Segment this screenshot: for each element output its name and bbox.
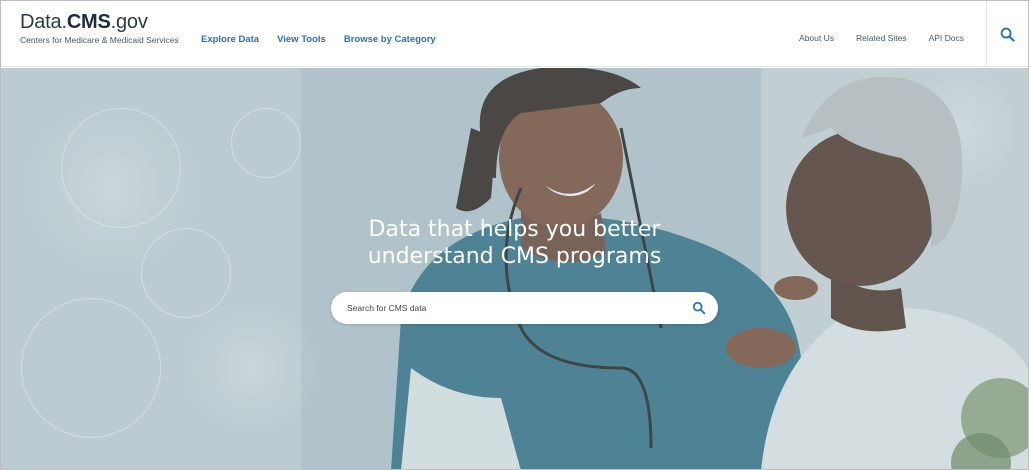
search-icon <box>1000 27 1015 42</box>
logo-prefix: Data. <box>20 11 67 33</box>
hero-search-input[interactable] <box>347 303 677 313</box>
browser-viewport: Data.CMS.gov Centers for Medicare & Medi… <box>0 0 1029 470</box>
logo-subtitle: Centers for Medicare & Medicaid Services <box>20 35 179 45</box>
hero-search-bar <box>331 292 718 324</box>
nav-about-us[interactable]: About Us <box>799 33 834 43</box>
nav-api-docs[interactable]: API Docs <box>929 33 964 43</box>
nav-browse-by-category[interactable]: Browse by Category <box>344 34 436 45</box>
bokeh-decoration <box>21 298 161 438</box>
logo-wordmark: Data.CMS.gov <box>20 11 179 33</box>
hero-heading-line2: understand CMS programs <box>367 244 662 269</box>
bokeh-decoration <box>61 108 181 228</box>
nav-view-tools[interactable]: View Tools <box>277 34 326 45</box>
site-logo[interactable]: Data.CMS.gov Centers for Medicare & Medi… <box>20 11 179 46</box>
hero-heading-line1: Data that helps you better <box>368 217 661 242</box>
utility-nav: About Us Related Sites API Docs <box>799 1 1028 67</box>
logo-suffix: .gov <box>110 11 148 33</box>
search-icon[interactable] <box>692 301 706 315</box>
primary-nav: Explore Data View Tools Browse by Catego… <box>201 34 454 45</box>
hero-heading: Data that helps you better understand CM… <box>1 216 1028 270</box>
site-header: Data.CMS.gov Centers for Medicare & Medi… <box>1 1 1028 67</box>
hero-banner: Data that helps you better understand CM… <box>1 68 1028 469</box>
nav-explore-data[interactable]: Explore Data <box>201 34 259 45</box>
nav-related-sites[interactable]: Related Sites <box>856 33 907 43</box>
header-search-button[interactable] <box>986 1 1028 67</box>
logo-brand: CMS <box>66 11 111 33</box>
bokeh-decoration <box>231 108 301 178</box>
